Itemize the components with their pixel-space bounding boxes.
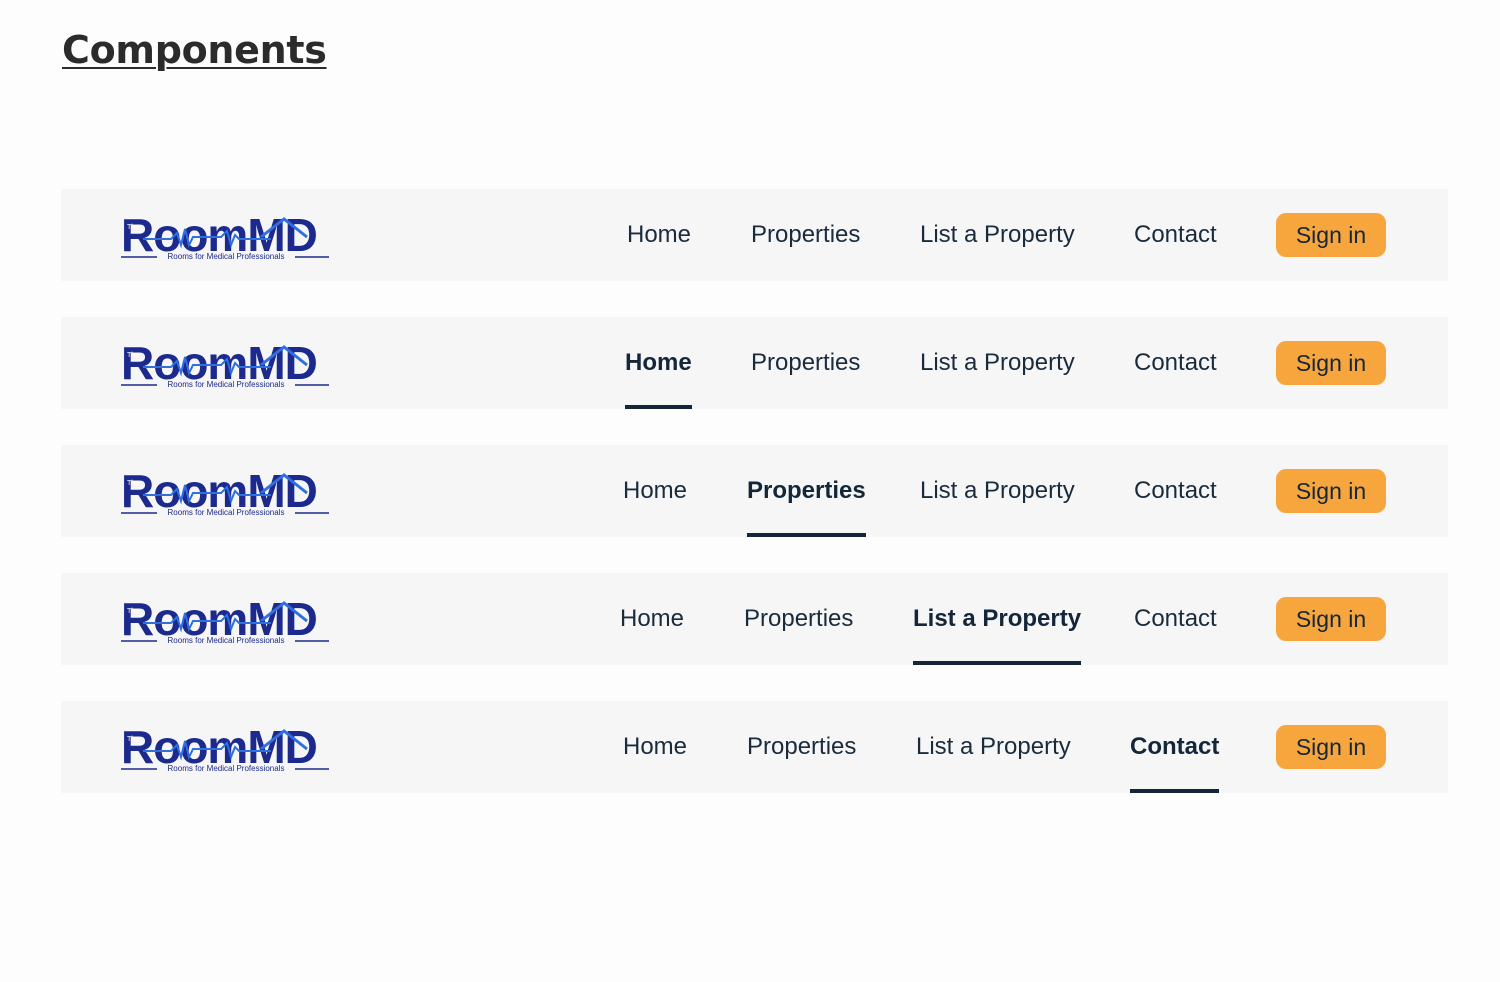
navbar-properties-active: RoomMD The Rooms for Medical Professiona… xyxy=(61,445,1448,537)
sign-in-button[interactable]: Sign in xyxy=(1276,341,1386,385)
roommd-logo[interactable]: RoomMD The Rooms for Medical Professiona… xyxy=(121,463,333,521)
logo-small-text: The xyxy=(127,736,139,743)
nav-home[interactable]: Home xyxy=(623,701,687,793)
logo-small-text: The xyxy=(127,608,139,615)
logo-small-text: The xyxy=(127,224,139,231)
navbar-default: RoomMD The Rooms for Medical Professiona… xyxy=(61,189,1448,281)
logo-tagline: Rooms for Medical Professionals xyxy=(168,380,285,389)
nav-list-a-property[interactable]: List a Property xyxy=(920,317,1075,409)
roommd-logo[interactable]: RoomMD The Rooms for Medical Professiona… xyxy=(121,719,333,777)
roommd-logo[interactable]: RoomMD The Rooms for Medical Professiona… xyxy=(121,335,333,393)
nav-home[interactable]: Home xyxy=(627,189,691,281)
nav-list-a-property[interactable]: List a Property xyxy=(920,445,1075,537)
nav-properties[interactable]: Properties xyxy=(747,701,856,793)
sign-in-button[interactable]: Sign in xyxy=(1276,469,1386,513)
nav-home[interactable]: Home xyxy=(625,317,692,409)
logo-tagline: Rooms for Medical Professionals xyxy=(168,508,285,517)
sign-in-button[interactable]: Sign in xyxy=(1276,597,1386,641)
navbar-list-a-property-active: RoomMD The Rooms for Medical Professiona… xyxy=(61,573,1448,665)
nav-list-a-property[interactable]: List a Property xyxy=(920,189,1075,281)
nav-list-a-property[interactable]: List a Property xyxy=(913,573,1082,665)
nav-contact[interactable]: Contact xyxy=(1134,445,1217,537)
nav-contact[interactable]: Contact xyxy=(1134,317,1217,409)
logo-tagline: Rooms for Medical Professionals xyxy=(168,636,285,645)
roommd-logo[interactable]: RoomMD The Rooms for Medical Professiona… xyxy=(121,207,333,265)
nav-contact[interactable]: Contact xyxy=(1134,573,1217,665)
nav-contact[interactable]: Contact xyxy=(1130,701,1220,793)
page-title: Components xyxy=(62,28,327,72)
logo-tagline: Rooms for Medical Professionals xyxy=(168,764,285,773)
nav-list-a-property[interactable]: List a Property xyxy=(916,701,1071,793)
logo-tagline: Rooms for Medical Professionals xyxy=(168,252,285,261)
roommd-logo[interactable]: RoomMD The Rooms for Medical Professiona… xyxy=(121,591,333,649)
navbar-contact-active: RoomMD The Rooms for Medical Professiona… xyxy=(61,701,1448,793)
nav-properties[interactable]: Properties xyxy=(747,445,866,537)
nav-properties[interactable]: Properties xyxy=(744,573,853,665)
nav-properties[interactable]: Properties xyxy=(751,189,860,281)
nav-properties[interactable]: Properties xyxy=(751,317,860,409)
nav-contact[interactable]: Contact xyxy=(1134,189,1217,281)
logo-small-text: The xyxy=(127,352,139,359)
nav-home[interactable]: Home xyxy=(620,573,684,665)
nav-home[interactable]: Home xyxy=(623,445,687,537)
logo-small-text: The xyxy=(127,480,139,487)
sign-in-button[interactable]: Sign in xyxy=(1276,725,1386,769)
sign-in-button[interactable]: Sign in xyxy=(1276,213,1386,257)
navbar-home-active: RoomMD The Rooms for Medical Professiona… xyxy=(61,317,1448,409)
